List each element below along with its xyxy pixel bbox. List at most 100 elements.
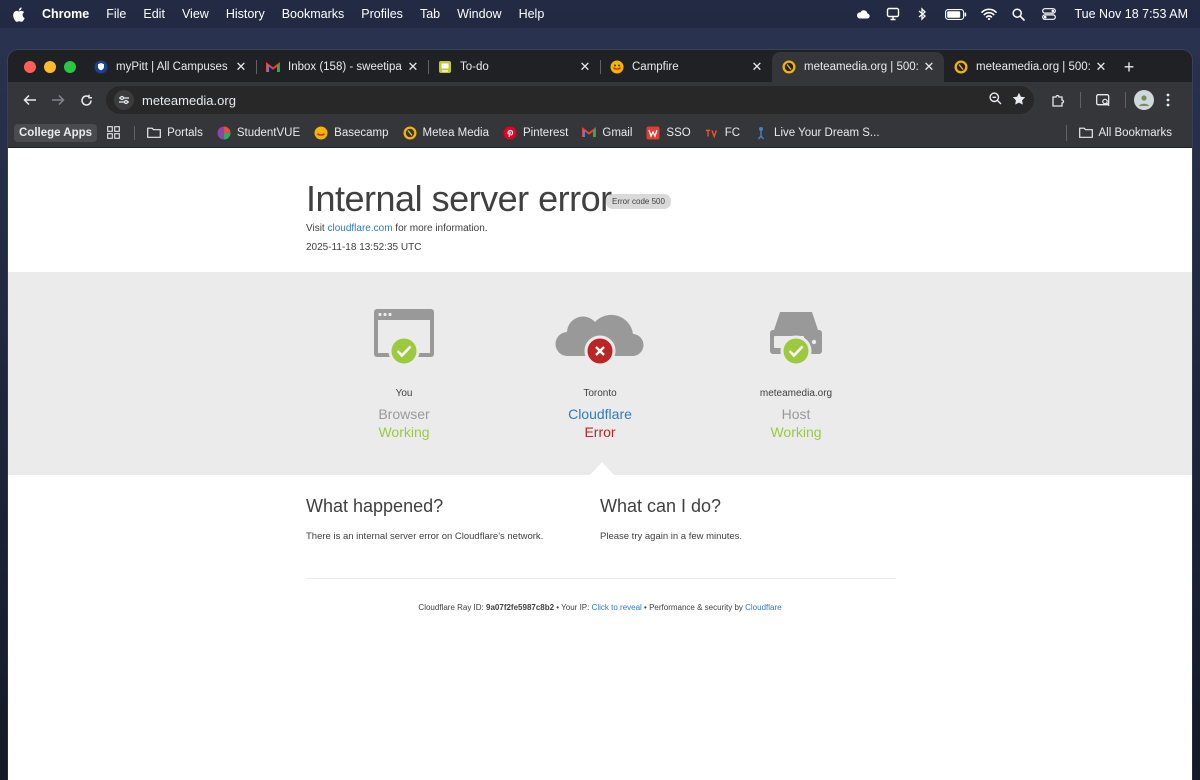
tab-title: myPitt | All Campuses	[116, 61, 228, 73]
bookmarks-bar: College Apps Portals StudentVUE Basecamp…	[8, 118, 1192, 148]
bookmark-label: StudentVUE	[236, 126, 301, 139]
server-icon	[764, 306, 828, 372]
toolbar-divider	[1125, 92, 1126, 108]
bookmark-star-icon[interactable]	[1012, 92, 1026, 108]
icloud-icon[interactable]	[855, 7, 871, 21]
battery-icon[interactable]	[944, 7, 967, 21]
close-tab-icon[interactable]: ✕	[750, 59, 764, 75]
tab-gmail-inbox[interactable]: Inbox (158) - sweetipat5 ✕	[256, 52, 428, 82]
profile-avatar[interactable]	[1134, 90, 1154, 110]
menu-tab[interactable]: Tab	[420, 7, 440, 21]
extensions-puzzle-icon[interactable]	[1044, 86, 1072, 114]
more-menu-icon[interactable]	[1154, 86, 1182, 114]
cloudflare-brand-link[interactable]: Cloudflare	[745, 603, 781, 612]
menu-help[interactable]: Help	[519, 7, 545, 21]
all-bookmarks-button[interactable]: All Bookmarks	[1065, 124, 1173, 141]
metea-icon	[782, 60, 796, 74]
host-kind: Host	[781, 406, 811, 422]
tab-search-icon[interactable]	[1089, 86, 1117, 114]
browser-location: You	[395, 388, 413, 399]
address-bar[interactable]: meteamedia.org	[106, 86, 1034, 114]
back-arrow-icon[interactable]	[16, 86, 44, 114]
close-tab-icon[interactable]: ✕	[234, 59, 248, 75]
shield-icon	[94, 60, 108, 74]
tab-todo[interactable]: To-do ✕	[428, 52, 600, 82]
bluetooth-icon[interactable]	[915, 7, 931, 21]
browser-window: myPitt | All Campuses ✕ Inbox (158) - sw…	[8, 50, 1192, 780]
forward-arrow-icon[interactable]	[44, 86, 72, 114]
host-state: Working	[770, 424, 822, 440]
spotlight-search-icon[interactable]	[1011, 7, 1027, 21]
wifi-icon[interactable]	[980, 7, 997, 21]
bookmark-pinterest[interactable]: Pinterest	[503, 126, 568, 140]
menu-app-name[interactable]: Chrome	[42, 7, 89, 21]
bookmark-divider	[134, 125, 136, 140]
what-happened-section: What happened? There is an internal serv…	[306, 496, 576, 542]
close-window-button[interactable]	[24, 61, 36, 73]
bookmark-fc[interactable]: FC	[705, 126, 740, 140]
bookmark-label: Gmail	[602, 126, 633, 139]
what-happened-text: There is an internal server error on Clo…	[306, 531, 544, 542]
cloudflare-link[interactable]: cloudflare.com	[328, 223, 393, 234]
tab-title: meteamedia.org | 500: In	[976, 61, 1090, 73]
tab-strip: myPitt | All Campuses ✕ Inbox (158) - sw…	[8, 50, 1192, 82]
menu-profiles[interactable]: Profiles	[361, 7, 403, 21]
reload-icon[interactable]	[72, 86, 100, 114]
menu-window[interactable]: Window	[457, 7, 501, 21]
metea-icon	[954, 60, 968, 74]
status-pointer	[590, 462, 614, 475]
cloudflare-kind[interactable]: Cloudflare	[520, 406, 680, 422]
close-tab-icon[interactable]: ✕	[1094, 59, 1108, 75]
all-bookmarks-label: All Bookmarks	[1098, 126, 1173, 139]
tab-campfire[interactable]: Campfire ✕	[600, 52, 772, 82]
cloudflare-location: Toronto	[583, 388, 617, 399]
tab-title: Inbox (158) - sweetipat5	[288, 61, 402, 73]
tab-meteamedia-active[interactable]: meteamedia.org | 500: In ✕	[772, 52, 944, 82]
url-text[interactable]: meteamedia.org	[142, 93, 989, 108]
presenter-icon[interactable]	[885, 7, 901, 21]
menu-bookmarks[interactable]: Bookmarks	[282, 7, 345, 21]
bookmark-portals[interactable]: Portals	[147, 126, 203, 140]
menu-view[interactable]: View	[182, 7, 209, 21]
bookmark-live-your-dream[interactable]: Live Your Dream S...	[754, 126, 880, 140]
host-location: meteamedia.org	[759, 388, 833, 399]
bookmark-label: Basecamp	[334, 126, 389, 139]
browser-window-icon	[372, 306, 436, 372]
close-tab-icon[interactable]: ✕	[406, 59, 420, 75]
bookmark-metea-media[interactable]: Metea Media	[403, 126, 489, 140]
status-panel: You Browser Working Toronto Cloudflare E…	[8, 272, 1192, 475]
bookmark-studentvue[interactable]: StudentVUE	[217, 126, 300, 140]
close-tab-icon[interactable]: ✕	[578, 59, 592, 75]
new-tab-button[interactable]: +	[1116, 52, 1142, 82]
what-can-i-do-text: Please try again in a few minutes.	[600, 531, 743, 542]
tab-meteamedia[interactable]: meteamedia.org | 500: In ✕	[944, 52, 1116, 82]
zoom-icon[interactable]	[989, 92, 1002, 108]
page-title: Internal server error	[306, 178, 612, 219]
bookmark-basecamp[interactable]: Basecamp	[314, 126, 389, 140]
control-center-icon[interactable]	[1041, 7, 1057, 21]
zoom-window-button[interactable]	[64, 61, 76, 73]
menu-history[interactable]: History	[226, 7, 265, 21]
pinterest-icon	[503, 126, 517, 140]
bookmark-label: Portals	[167, 126, 203, 139]
close-tab-icon[interactable]: ✕	[922, 59, 936, 75]
browser-toolbar: meteamedia.org	[8, 82, 1192, 118]
minimize-window-button[interactable]	[44, 61, 56, 73]
site-settings-icon[interactable]	[114, 90, 134, 110]
sso-icon	[646, 126, 660, 140]
fc-icon	[705, 126, 719, 140]
tab-title: meteamedia.org | 500: In	[804, 61, 918, 73]
bookmark-college-apps[interactable]: College Apps	[14, 123, 98, 142]
apps-grid-icon[interactable]	[107, 126, 120, 139]
tab-mypitt[interactable]: myPitt | All Campuses ✕	[84, 52, 256, 82]
apple-icon[interactable]	[12, 6, 26, 22]
menu-file[interactable]: File	[106, 7, 126, 21]
menubar-clock[interactable]: Tue Nov 18 7:53 AM	[1075, 7, 1189, 21]
reveal-ip-link[interactable]: Click to reveal	[592, 603, 642, 612]
bookmark-sso[interactable]: SSO	[646, 126, 691, 140]
bookmark-gmail[interactable]: Gmail	[582, 126, 632, 140]
footer: Cloudflare Ray ID: 9a07f2fe5987c8b2 • Yo…	[8, 603, 1192, 612]
gmail-icon	[582, 126, 597, 140]
menu-edit[interactable]: Edit	[143, 7, 165, 21]
menubar-status-area: Tue Nov 18 7:53 AM	[855, 7, 1189, 21]
